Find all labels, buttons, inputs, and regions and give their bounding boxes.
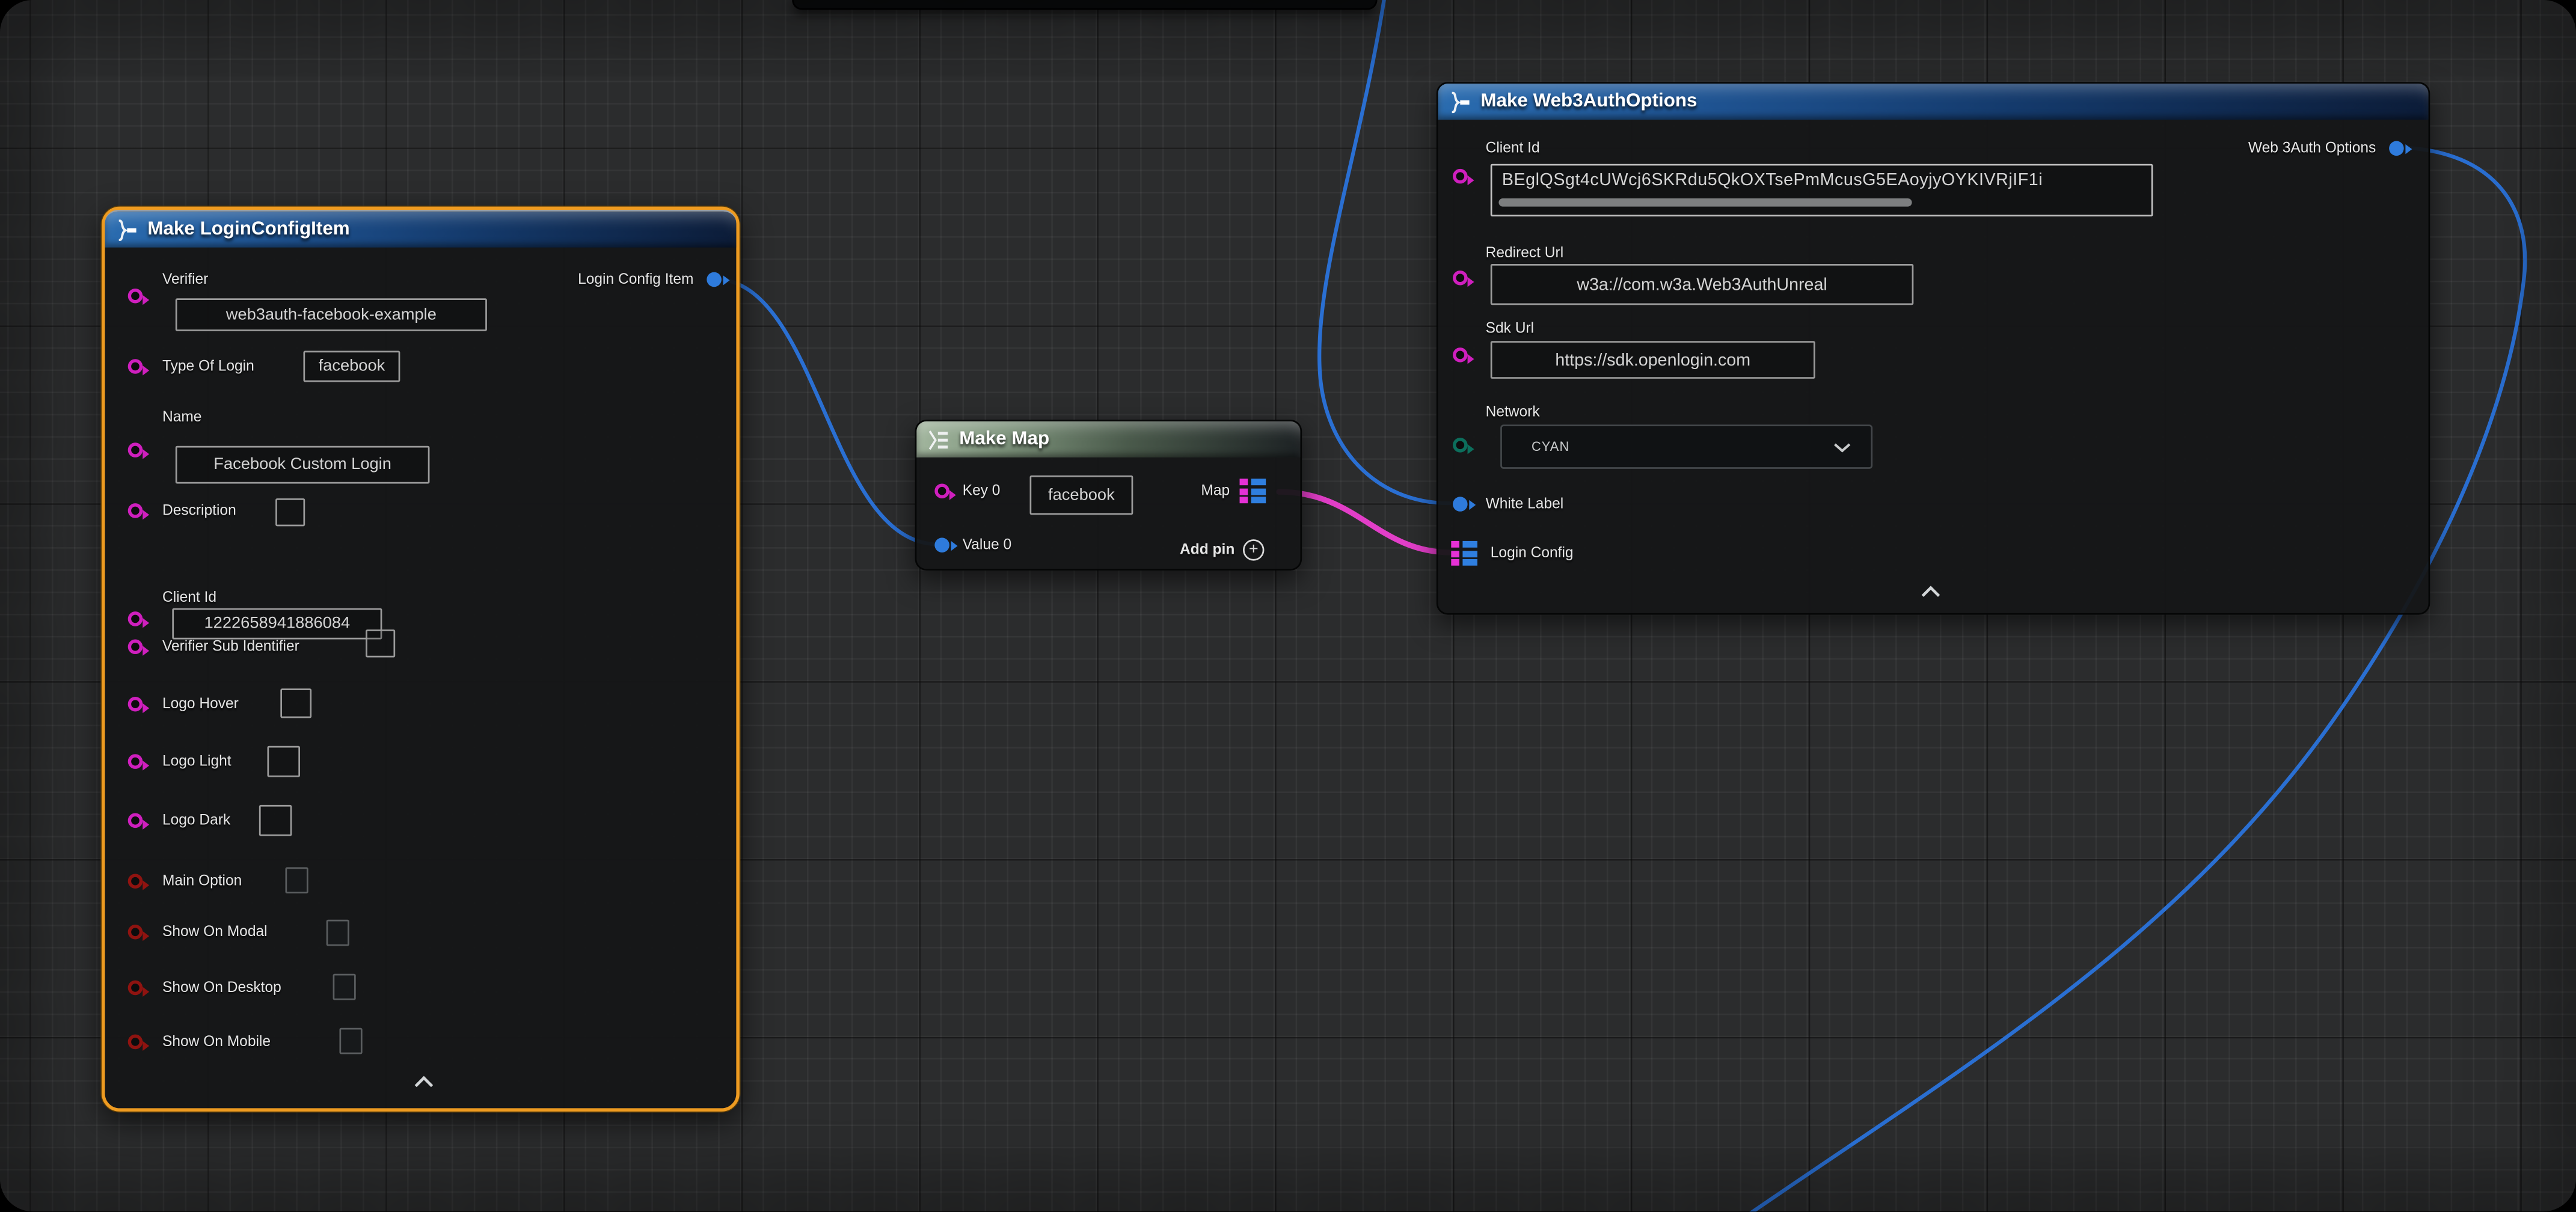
pin-label-logo-dark: Logo Dark (162, 812, 230, 830)
pin-label-redirect-url: Redirect Url (1486, 244, 1564, 262)
node-title: Make Web3AuthOptions (1480, 92, 1697, 112)
pin-show-on-mobile[interactable] (128, 1035, 143, 1050)
pin-label-login-config: Login Config (1491, 544, 1574, 562)
pin-verifier-sub-identifier[interactable] (128, 639, 143, 654)
graph-canvas[interactable]: Make LoginConfigItem Verifier web3auth-f… (0, 0, 2576, 1212)
pin-label-network: Network (1486, 403, 1540, 421)
pin-label-value-0: Value 0 (963, 536, 1011, 554)
pin-label-map: Map (1201, 482, 1230, 500)
pin-label-web3auth-options: Web 3Auth Options (2248, 139, 2376, 158)
pin-sdk-url[interactable] (1453, 347, 1468, 363)
pin-login-config[interactable] (1451, 541, 1477, 566)
pin-description[interactable] (128, 503, 143, 518)
pin-label-show-on-desktop: Show On Desktop (162, 979, 281, 997)
redirect-url-input[interactable]: w3a://com.w3a.Web3AuthUnreal (1491, 264, 1914, 305)
pin-label-sdk-url: Sdk Url (1486, 320, 1534, 338)
client-id-input[interactable]: BEglQSgt4cUWcj6SKRdu5QkOXTsePmMcusG5EAoy… (1491, 164, 2153, 216)
pin-label-description: Description (162, 501, 236, 519)
network-dropdown-value: CYAN (1532, 439, 1569, 454)
pin-label-verifier: Verifier (162, 271, 208, 289)
description-input[interactable] (275, 498, 305, 526)
client-id-scrollbar[interactable] (1498, 198, 1912, 206)
show-on-modal-checkbox[interactable] (327, 920, 349, 946)
client-id-input[interactable]: 1222658941886084 (172, 608, 382, 640)
show-on-mobile-checkbox[interactable] (339, 1028, 362, 1054)
logo-dark-input[interactable] (259, 805, 292, 836)
pin-label-show-on-modal: Show On Modal (162, 923, 268, 941)
pin-type-of-login[interactable] (128, 359, 143, 374)
collapse-chevron-icon[interactable] (413, 1076, 434, 1089)
node-header[interactable]: Make Web3AuthOptions (1438, 84, 2429, 120)
pin-client-id[interactable] (1453, 169, 1468, 184)
node-make-web3authoptions[interactable]: Make Web3AuthOptions Client Id BEglQSgt4… (1437, 82, 2430, 614)
pin-logo-dark[interactable] (128, 813, 143, 828)
pin-label-verifier-sub-identifier: Verifier Sub Identifier (162, 638, 299, 656)
collapse-chevron-icon[interactable] (1920, 586, 1941, 599)
sdk-url-input[interactable]: https://sdk.openlogin.com (1491, 341, 1815, 379)
logo-hover-input[interactable] (280, 688, 311, 718)
pin-client-id[interactable] (128, 611, 143, 626)
pin-label-key-0: Key 0 (963, 482, 1001, 500)
pin-label-login-config-item: Login Config Item (578, 271, 693, 289)
pin-key-0[interactable] (934, 483, 949, 498)
pin-label-type-of-login: Type Of Login (162, 357, 254, 375)
add-pin-button[interactable]: + (1243, 539, 1264, 560)
blueprint-editor: Make LoginConfigItem Verifier web3auth-f… (0, 0, 2576, 1212)
pin-verifier[interactable] (128, 289, 143, 304)
node-title: Make Map (959, 429, 1049, 449)
node-make-loginconfigitem[interactable]: Make LoginConfigItem Verifier web3auth-f… (102, 207, 740, 1112)
pin-login-config-item-output[interactable] (707, 272, 722, 287)
make-struct-icon (1448, 91, 1473, 112)
pin-label-white-label: White Label (1486, 495, 1564, 513)
pin-value-0[interactable] (934, 537, 949, 552)
pin-map-output[interactable] (1240, 479, 1266, 503)
offscreen-node-bottom[interactable] (792, 0, 1378, 10)
node-header[interactable]: Make Map (916, 421, 1300, 458)
key-0-input[interactable]: facebook (1030, 476, 1133, 515)
pin-label-name: Name (162, 408, 201, 426)
node-title: Make LoginConfigItem (147, 219, 349, 239)
make-map-icon (927, 429, 951, 450)
pin-label-client-id: Client Id (1486, 139, 1540, 158)
verifier-input[interactable]: web3auth-facebook-example (176, 298, 487, 331)
wire-loginconfigitem-to-value0[interactable] (715, 279, 936, 545)
name-input[interactable]: Facebook Custom Login (176, 446, 430, 484)
add-pin-label: Add pin (1180, 541, 1234, 559)
wire-top-to-whitelabel[interactable] (1319, 0, 1449, 503)
node-header[interactable]: Make LoginConfigItem (105, 210, 737, 248)
show-on-desktop-checkbox[interactable] (333, 974, 356, 1000)
pin-white-label[interactable] (1453, 497, 1468, 512)
type-of-login-input[interactable]: facebook (303, 351, 400, 382)
verifier-sub-identifier-input[interactable] (366, 629, 395, 657)
logo-light-input[interactable] (267, 746, 300, 777)
main-option-checkbox[interactable] (285, 868, 308, 894)
pin-redirect-url[interactable] (1453, 271, 1468, 286)
pin-network[interactable] (1453, 438, 1468, 453)
chevron-down-icon (1833, 441, 1851, 453)
pin-main-option[interactable] (128, 874, 143, 889)
pin-logo-hover[interactable] (128, 697, 143, 712)
pin-name[interactable] (128, 442, 143, 458)
pin-label-logo-hover: Logo Hover (162, 695, 239, 713)
make-struct-icon (115, 219, 140, 240)
network-dropdown[interactable]: CYAN (1500, 424, 1872, 469)
pin-label-main-option: Main Option (162, 872, 242, 890)
pin-label-logo-light: Logo Light (162, 753, 232, 771)
node-make-map[interactable]: Make Map Key 0 facebook Map Value 0 Add … (915, 420, 1302, 571)
pin-label-show-on-mobile: Show On Mobile (162, 1033, 271, 1051)
pin-label-client-id: Client Id (162, 589, 216, 607)
pin-web3auth-options-output[interactable] (2389, 141, 2404, 156)
pin-show-on-desktop[interactable] (128, 981, 143, 996)
pin-logo-light[interactable] (128, 754, 143, 769)
pin-show-on-modal[interactable] (128, 925, 143, 940)
